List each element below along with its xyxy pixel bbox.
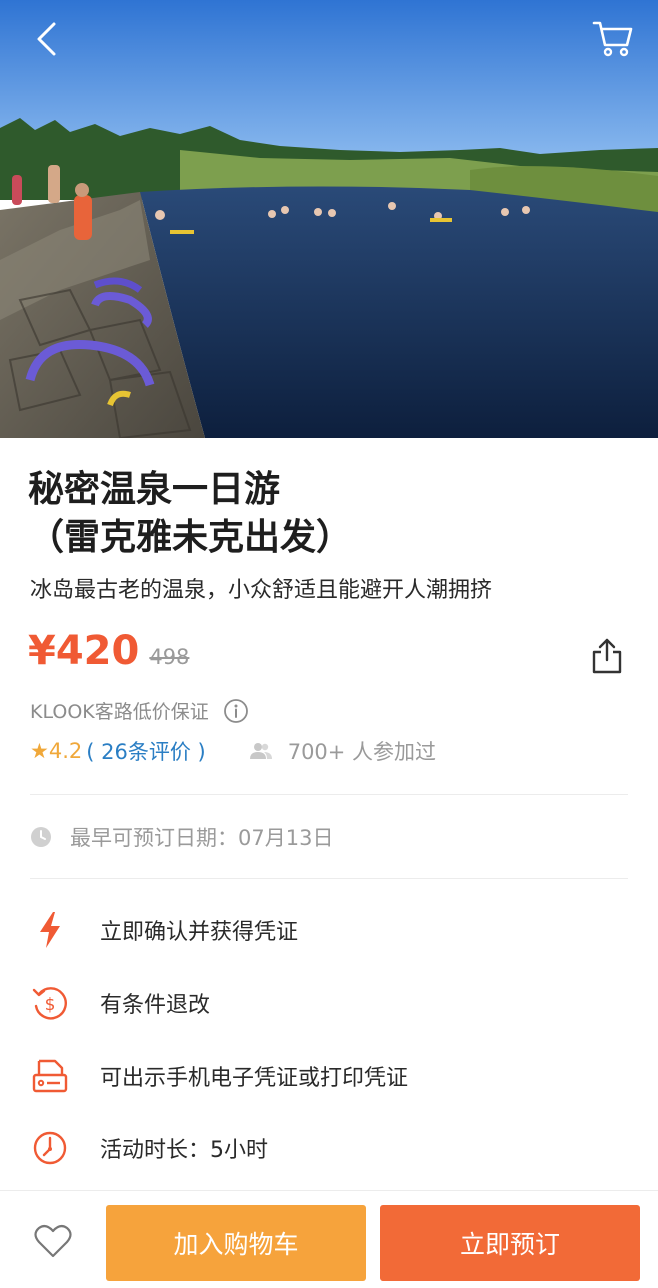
review-count-link[interactable]: ( 26条评价 ) [86, 736, 205, 766]
ticket-printer-icon [30, 1056, 70, 1096]
participants-count: 700+ 人参加过 [287, 740, 437, 764]
earliest-date-text: 最早可预订日期：07月13日 [70, 826, 334, 850]
lightning-icon [30, 910, 70, 950]
feature-item: 立即确认并获得凭证 [30, 910, 298, 950]
feature-text: 活动时长：5小时 [100, 1138, 268, 1163]
earliest-date: 最早可预订日期：07月13日 [30, 822, 333, 852]
rating-score: 4.2 [48, 739, 83, 763]
feature-item: $ 有条件退改 [30, 983, 210, 1023]
feature-item: 可出示手机电子凭证或打印凭证 [30, 1056, 408, 1096]
svg-text:$: $ [45, 995, 56, 1015]
hero-image [0, 0, 658, 438]
shopping-cart-icon [592, 21, 633, 57]
clock-icon [30, 1128, 70, 1168]
price-row: ¥420 498 [28, 628, 189, 674]
share-button[interactable] [588, 636, 626, 676]
refund-dollar-icon: $ [30, 983, 70, 1023]
participants: 700+ 人参加过 [249, 736, 437, 766]
feature-text: 立即确认并获得凭证 [100, 920, 299, 945]
feature-text: 有条件退改 [100, 993, 211, 1018]
chevron-left-icon [37, 22, 56, 56]
hot-spring-photo [0, 0, 658, 438]
clock-icon [31, 827, 51, 847]
people-icon [249, 743, 272, 759]
divider [30, 878, 628, 879]
price-guarantee: KLOOK客路低价保证 [30, 697, 249, 724]
product-title: 秘密温泉一日游 （雷克雅未克出发） [28, 466, 628, 562]
feature-text: 可出示手机电子凭证或打印凭证 [100, 1066, 409, 1091]
rating-row: ★ 4.2 ( 26条评价 ) 700+ 人参加过 [30, 736, 436, 766]
cart-button[interactable] [588, 14, 638, 64]
back-button[interactable] [22, 14, 72, 64]
product-title-line2: （雷克雅未克出发） [28, 517, 353, 558]
product-subtitle: 冰岛最古老的温泉，小众舒适且能避开人潮拥挤 [30, 578, 493, 603]
divider [30, 794, 628, 795]
star-icon: ★ [30, 739, 49, 763]
info-icon[interactable] [223, 698, 249, 724]
price-guarantee-label: KLOOK客路低价保证 [30, 701, 209, 723]
product-title-line1: 秘密温泉一日游 [28, 469, 281, 510]
current-price: ¥420 [28, 628, 140, 674]
heart-icon[interactable] [34, 1224, 72, 1258]
original-price: 498 [149, 645, 190, 669]
book-now-button[interactable]: 立即预订 [380, 1205, 640, 1281]
share-icon [592, 638, 622, 674]
feature-item: 活动时长：5小时 [30, 1128, 268, 1168]
add-to-cart-button[interactable]: 加入购物车 [106, 1205, 366, 1281]
bottom-action-bar: 加入购物车 立即预订 [0, 1190, 658, 1288]
